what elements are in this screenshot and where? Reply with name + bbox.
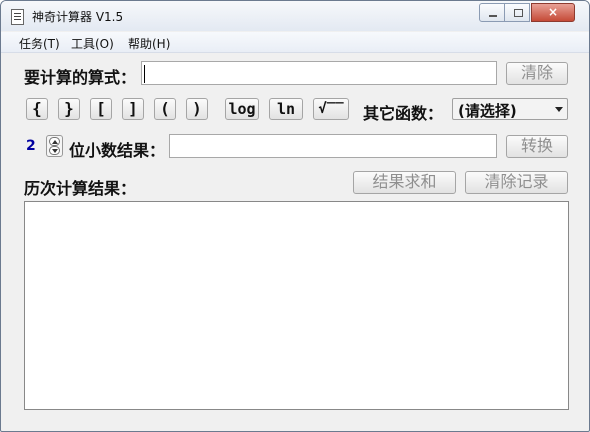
bracket-open-button[interactable]: [ xyxy=(90,98,112,120)
calculator-icon xyxy=(11,9,24,25)
close-button[interactable]: × xyxy=(531,3,575,22)
history-results-box[interactable] xyxy=(24,201,569,410)
other-functions-label: 其它函数： xyxy=(363,104,444,123)
text-cursor xyxy=(144,65,145,83)
paren-open-button[interactable]: ( xyxy=(154,98,176,120)
title-bar[interactable]: 神奇计算器 V1.5 × xyxy=(1,1,589,31)
formula-input[interactable] xyxy=(141,61,497,85)
brace-open-button[interactable]: { xyxy=(26,98,48,120)
menu-tools[interactable]: 工具(O) xyxy=(71,35,114,52)
clear-formula-button[interactable]: 清除 xyxy=(506,62,568,85)
function-select[interactable]: (请选择) xyxy=(452,98,568,120)
menu-bar: 任务(T) 工具(O) 帮助(H) xyxy=(1,32,589,53)
clear-history-button[interactable]: 清除记录 xyxy=(465,171,568,194)
decimal-places-value[interactable]: 2 xyxy=(26,138,36,154)
increment-icon[interactable] xyxy=(49,137,60,146)
formula-label: 要计算的算式： xyxy=(24,68,137,87)
calculator-window: 神奇计算器 V1.5 × 任务(T) 工具(O) 帮助(H) 要计算的算式： 清… xyxy=(0,0,590,432)
bracket-close-button[interactable]: ] xyxy=(122,98,144,120)
paren-close-button[interactable]: ) xyxy=(186,98,208,120)
converted-result-field[interactable] xyxy=(169,134,497,158)
log-button[interactable]: log xyxy=(225,98,259,120)
maximize-button[interactable] xyxy=(504,3,530,22)
minimize-button[interactable] xyxy=(479,3,505,22)
menu-task[interactable]: 任务(T) xyxy=(19,35,60,52)
menu-help[interactable]: 帮助(H) xyxy=(128,35,170,52)
decrement-icon[interactable] xyxy=(49,146,60,155)
history-label: 历次计算结果： xyxy=(24,179,137,198)
sum-results-button[interactable]: 结果求和 xyxy=(353,171,456,194)
ln-button[interactable]: ln xyxy=(269,98,303,120)
decimal-places-stepper[interactable] xyxy=(46,135,63,157)
brace-close-button[interactable]: } xyxy=(58,98,80,120)
function-selected-value: (请选择) xyxy=(458,102,517,120)
window-title: 神奇计算器 V1.5 xyxy=(32,10,124,24)
convert-button[interactable]: 转换 xyxy=(506,135,568,158)
chevron-down-icon xyxy=(555,107,563,112)
decimal-result-label: 位小数结果： xyxy=(69,141,166,160)
sqrt-button[interactable]: √‾‾ xyxy=(313,98,349,120)
